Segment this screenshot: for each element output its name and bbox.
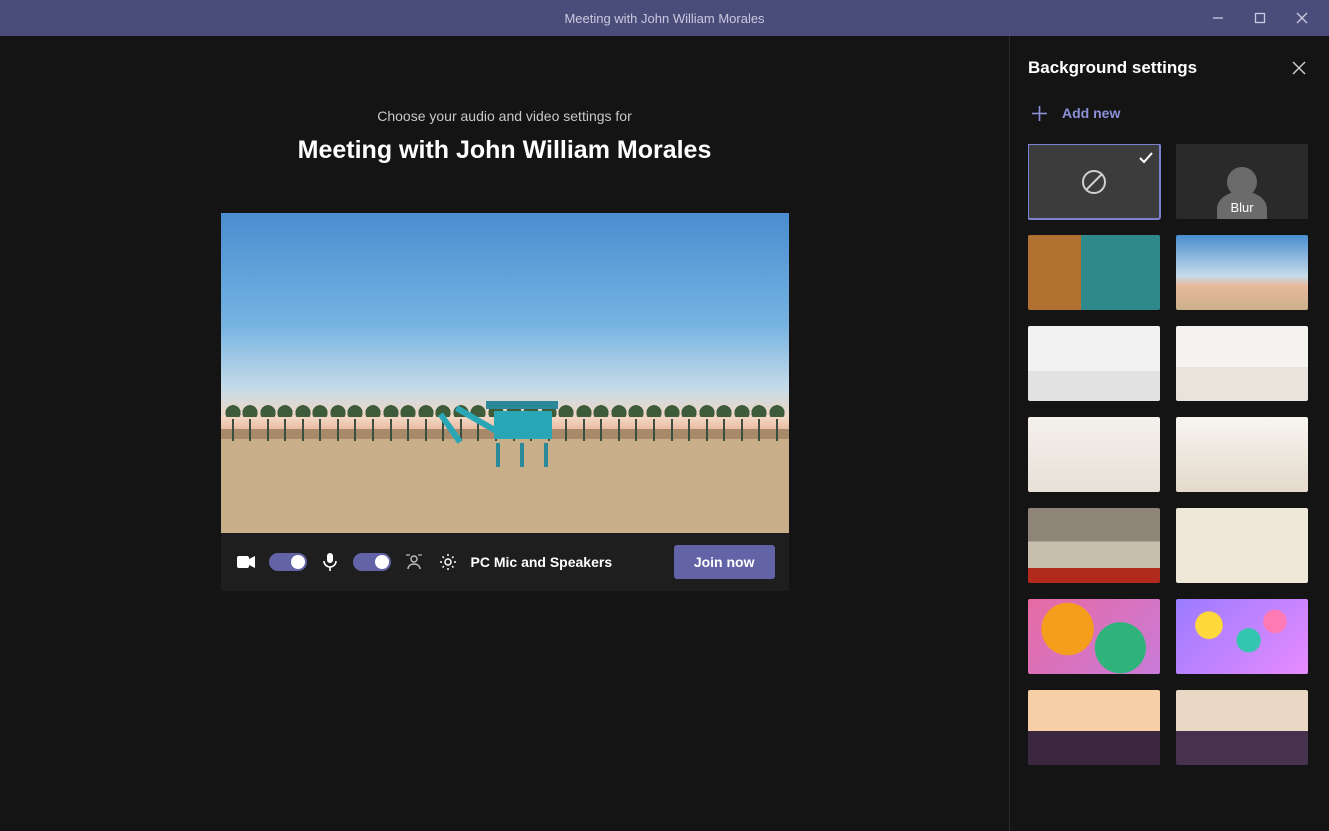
prejoin-main: Choose your audio and video settings for… bbox=[0, 36, 1010, 831]
background-tile-beach[interactable] bbox=[1176, 235, 1308, 310]
background-tile-none[interactable] bbox=[1028, 144, 1160, 219]
background-grid: Blur bbox=[1028, 144, 1305, 765]
titlebar: Meeting with John William Morales bbox=[0, 0, 1329, 36]
preview-card: PC Mic and Speakers Join now bbox=[221, 213, 789, 591]
add-new-button[interactable]: Add new bbox=[1028, 102, 1311, 124]
background-tile-balls1[interactable] bbox=[1028, 599, 1160, 674]
background-tile-blur[interactable]: Blur bbox=[1176, 144, 1308, 219]
background-tile-office[interactable] bbox=[1028, 235, 1160, 310]
camera-icon bbox=[235, 551, 257, 573]
workspace: Choose your audio and video settings for… bbox=[0, 36, 1329, 831]
mic-icon bbox=[319, 551, 341, 573]
background-tile-bridge[interactable] bbox=[1028, 690, 1160, 765]
background-tile-white1[interactable] bbox=[1028, 417, 1160, 492]
panel-title: Background settings bbox=[1028, 58, 1197, 78]
join-now-button[interactable]: Join now bbox=[674, 545, 775, 579]
window-close-button[interactable] bbox=[1281, 0, 1323, 36]
background-tile-arch[interactable] bbox=[1176, 690, 1308, 765]
background-tile-label: Blur bbox=[1176, 200, 1308, 215]
device-label[interactable]: PC Mic and Speakers bbox=[471, 554, 613, 570]
add-new-label: Add new bbox=[1062, 105, 1120, 121]
background-grid-scroll[interactable]: Blur bbox=[1028, 144, 1311, 821]
device-settings-icon[interactable] bbox=[437, 551, 459, 573]
meeting-title: Meeting with John William Morales bbox=[298, 136, 712, 165]
window-maximize-button[interactable] bbox=[1239, 0, 1281, 36]
video-preview bbox=[221, 213, 789, 533]
window-title: Meeting with John William Morales bbox=[564, 11, 764, 26]
settings-prompt: Choose your audio and video settings for bbox=[377, 108, 632, 124]
background-tile-room1[interactable] bbox=[1028, 326, 1160, 401]
background-tile-loft[interactable] bbox=[1028, 508, 1160, 583]
background-tile-white2[interactable] bbox=[1176, 417, 1308, 492]
background-settings-panel: Background settings Add new Blur bbox=[1010, 36, 1329, 831]
background-tile-room2[interactable] bbox=[1176, 326, 1308, 401]
check-icon bbox=[1138, 150, 1154, 171]
none-icon bbox=[1080, 168, 1108, 196]
panel-close-button[interactable] bbox=[1287, 56, 1311, 80]
background-tile-empty[interactable] bbox=[1176, 508, 1308, 583]
window-controls bbox=[1197, 0, 1323, 36]
camera-toggle[interactable] bbox=[269, 553, 307, 571]
plus-icon bbox=[1028, 102, 1050, 124]
window-minimize-button[interactable] bbox=[1197, 0, 1239, 36]
mic-toggle[interactable] bbox=[353, 553, 391, 571]
background-tile-balls2[interactable] bbox=[1176, 599, 1308, 674]
prejoin-controls: PC Mic and Speakers Join now bbox=[221, 533, 789, 591]
background-effects-icon[interactable] bbox=[403, 551, 425, 573]
avatar-icon bbox=[1227, 167, 1257, 197]
